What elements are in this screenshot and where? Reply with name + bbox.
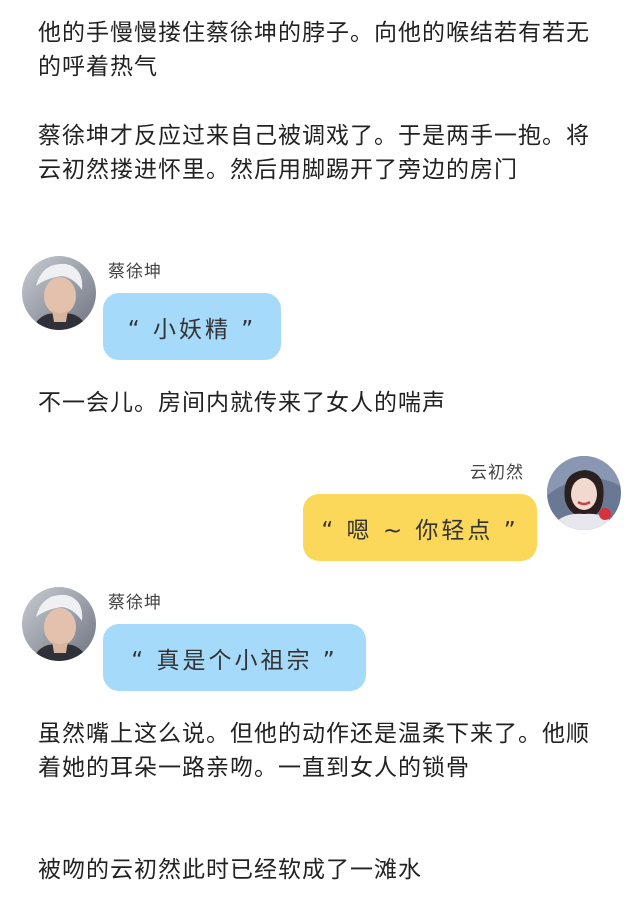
story-paragraph: 不一会儿。房间内就传来了女人的喘声	[38, 390, 446, 416]
story-paragraph: 被吻的云初然此时已经软成了一滩水	[38, 857, 422, 883]
chat-bubble: “ 小妖精 ”	[103, 293, 281, 360]
speaker-name: 蔡徐坤	[108, 593, 162, 613]
chat-bubble: “ 嗯 ~ 你轻点 ”	[303, 494, 537, 561]
speaker-name: 蔡徐坤	[108, 262, 162, 282]
story-paragraph: 他的手慢慢搂住蔡徐坤的脖子。向他的喉结若有若无的呼着热气	[38, 20, 590, 80]
avatar-cai-xukun	[22, 256, 96, 330]
story-paragraph: 虽然嘴上这么说。但他的动作还是温柔下来了。他顺着她的耳朵一路亲吻。一直到女人的锁…	[38, 721, 590, 781]
avatar-cai-xukun	[22, 587, 96, 661]
story-paragraph: 蔡徐坤才反应过来自己被调戏了。于是两手一抱。将云初然搂进怀里。然后用脚踢开了旁边…	[38, 123, 590, 183]
speaker-name: 云初然	[470, 463, 524, 483]
chat-bubble: “ 真是个小祖宗 ”	[103, 624, 366, 691]
avatar-yun-churan	[547, 456, 621, 530]
